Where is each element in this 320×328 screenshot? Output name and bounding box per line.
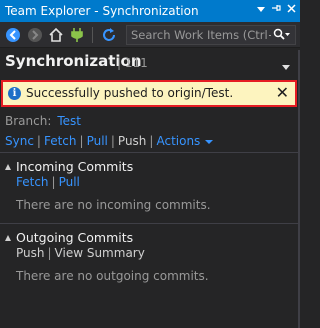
- change-count: | 111: [117, 56, 148, 70]
- back-button[interactable]: [4, 26, 22, 44]
- toolbar: Search Work Items (Ctrl+: [0, 22, 300, 48]
- close-notification-button[interactable]: ✕: [276, 83, 289, 102]
- incoming-empty-message: There are no incoming commits.: [16, 198, 211, 212]
- incoming-pull-link[interactable]: Pull: [59, 175, 80, 189]
- home-button[interactable]: [47, 26, 65, 44]
- dropdown-icon[interactable]: [257, 0, 265, 22]
- close-icon[interactable]: [287, 0, 296, 22]
- incoming-fetch-link[interactable]: Fetch: [16, 175, 49, 189]
- search-placeholder: Search Work Items (Ctrl+: [131, 28, 278, 42]
- window-title: Team Explorer - Synchronization: [5, 4, 199, 18]
- actions-menu[interactable]: Actions: [156, 134, 214, 148]
- notification-message: Successfully pushed to origin/Test.: [26, 86, 234, 100]
- refresh-button[interactable]: [100, 26, 118, 44]
- search-icon[interactable]: [271, 26, 293, 44]
- sync-actions-bar: Sync | Fetch | Pull | Push | Actions: [5, 134, 214, 148]
- outgoing-push-link[interactable]: Push: [16, 246, 45, 260]
- branch-info: Branch: Test: [5, 114, 81, 128]
- view-summary-link[interactable]: View Summary: [55, 246, 145, 260]
- outgoing-commits-header[interactable]: Outgoing Commits: [5, 230, 209, 245]
- branch-link[interactable]: Test: [57, 114, 81, 128]
- window-titlebar: Team Explorer - Synchronization: [0, 0, 300, 22]
- divider: [0, 223, 300, 224]
- panel-border: [298, 50, 300, 328]
- chevron-down-icon: [205, 139, 214, 144]
- incoming-commits-header[interactable]: Incoming Commits: [5, 159, 211, 174]
- info-icon: i: [8, 87, 21, 100]
- forward-button[interactable]: [26, 26, 44, 44]
- page-menu-dropdown-icon[interactable]: [282, 56, 290, 75]
- outgoing-commits-section: Outgoing Commits Push | View Summary The…: [5, 230, 209, 283]
- collapse-icon[interactable]: [5, 163, 11, 170]
- sync-link[interactable]: Sync: [5, 134, 34, 148]
- collapse-icon[interactable]: [5, 234, 11, 241]
- pin-icon[interactable]: [271, 0, 281, 22]
- pull-link[interactable]: Pull: [87, 134, 108, 148]
- window-controls: [257, 0, 296, 22]
- branch-label: Branch:: [5, 114, 52, 128]
- page-header: Synchronization | 111: [0, 50, 300, 76]
- outgoing-empty-message: There are no outgoing commits.: [16, 269, 209, 283]
- incoming-commits-section: Incoming Commits Fetch | Pull There are …: [5, 159, 211, 212]
- fetch-link[interactable]: Fetch: [44, 134, 77, 148]
- toolbar-divider: [92, 27, 93, 43]
- notification-bar: i Successfully pushed to origin/Test. ✕: [1, 80, 297, 107]
- search-input[interactable]: Search Work Items (Ctrl+: [126, 25, 296, 45]
- divider: [0, 152, 300, 153]
- push-link[interactable]: Push: [118, 134, 147, 148]
- connect-icon[interactable]: [68, 26, 86, 44]
